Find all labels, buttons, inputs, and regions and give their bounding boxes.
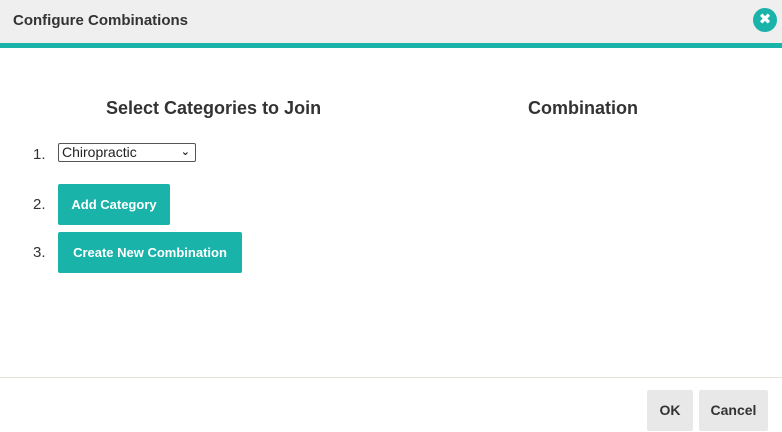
chevron-down-icon: ⌄	[180, 146, 190, 158]
dialog-title: Configure Combinations	[13, 12, 188, 29]
select-categories-heading: Select Categories to Join	[106, 98, 322, 118]
create-new-combination-button[interactable]: Create New Combination	[58, 232, 242, 273]
category-select[interactable]: Chiropractic ⌄	[58, 143, 196, 162]
ok-button[interactable]: OK	[647, 390, 693, 431]
footer-divider	[0, 377, 782, 378]
add-category-button[interactable]: Add Category	[58, 184, 170, 225]
combination-heading: Combination	[528, 98, 638, 118]
close-icon[interactable]: ✖	[753, 8, 777, 32]
step-number-2: 2.	[33, 196, 46, 213]
dialog-titlebar: Configure Combinations ✖	[0, 0, 782, 48]
configure-combinations-dialog: Configure Combinations ✖ Select Categori…	[0, 0, 782, 432]
cancel-button[interactable]: Cancel	[699, 390, 768, 431]
step-number-3: 3.	[33, 244, 46, 261]
category-select-value: Chiropractic	[62, 144, 137, 160]
step-number-1: 1.	[33, 146, 46, 163]
